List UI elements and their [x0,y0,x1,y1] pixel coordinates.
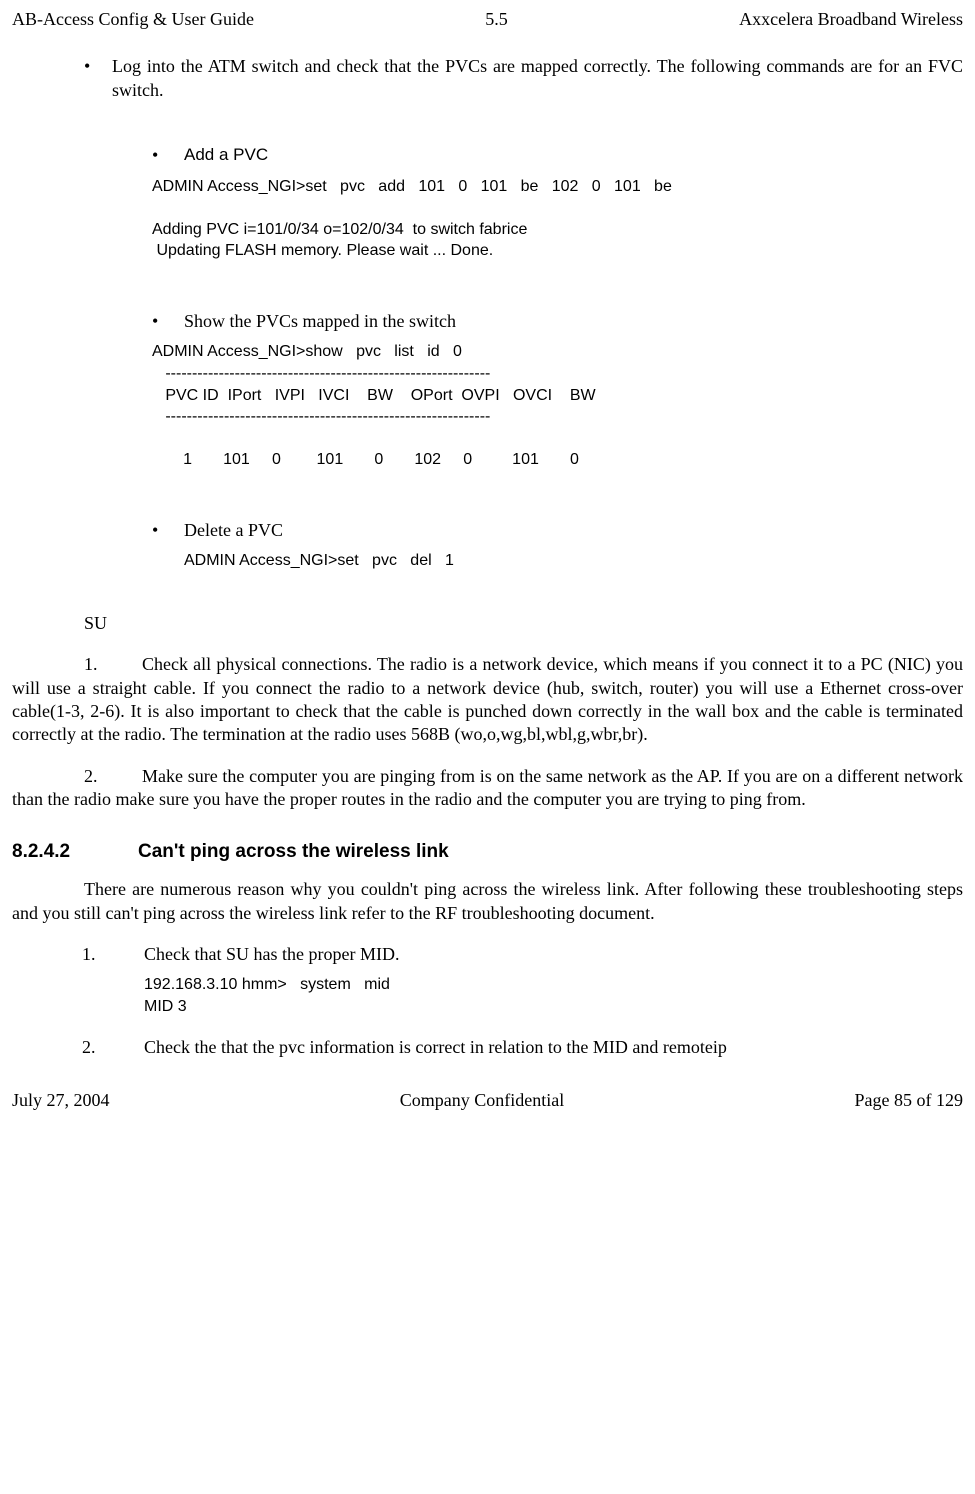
header-right: Axxcelera Broadband Wireless [739,8,963,31]
footer-right: Page 85 of 129 [855,1089,963,1112]
step-1: 1. Check that SU has the proper MID. [12,943,963,966]
add-pvc-bullet: • Add a PVC [152,144,963,167]
section-paragraph-text: There are numerous reason why you couldn… [12,879,963,922]
su-item-2-text: Make sure the computer you are pinging f… [12,766,963,809]
page-header: AB-Access Config & User Guide 5.5 Axxcel… [12,0,963,35]
step-number: 2. [82,1036,144,1059]
header-left: AB-Access Config & User Guide [12,8,254,31]
main-bullet: • Log into the ATM switch and check that… [84,55,963,102]
section-title: Can't ping across the wireless link [138,840,449,865]
delete-pvc-bullet: • Delete a PVC [152,519,963,542]
bullet-dot: • [152,310,184,333]
section-number: 8.2.4.2 [12,840,138,865]
main-bullet-text: Log into the ATM switch and check that t… [112,55,963,102]
step-2: 2. Check the that the pvc information is… [12,1036,963,1059]
add-pvc-code: ADMIN Access_NGI>set pvc add 101 0 101 b… [152,176,963,262]
page-footer: July 27, 2004 Company Confidential Page … [12,1059,963,1122]
step-2-text: Check the that the pvc information is co… [144,1036,727,1059]
step-1-code: 192.168.3.10 hmm> system mid MID 3 [144,974,963,1017]
footer-center: Company Confidential [400,1089,564,1112]
su-item-2: 2.Make sure the computer you are pinging… [12,765,963,812]
delete-pvc-code: ADMIN Access_NGI>set pvc del 1 [184,550,963,572]
section-paragraph: There are numerous reason why you couldn… [12,878,963,925]
bullet-dot: • [152,519,184,542]
bullet-dot: • [84,55,112,102]
step-1-text: Check that SU has the proper MID. [144,943,399,966]
item-number: 1. [84,653,142,676]
item-number: 2. [84,765,142,788]
show-pvc-code: ADMIN Access_NGI>show pvc list id 0 ----… [152,341,963,471]
footer-left: July 27, 2004 [12,1089,110,1112]
show-pvc-title: Show the PVCs mapped in the switch [184,310,456,333]
su-item-1: 1.Check all physical connections. The ra… [12,653,963,747]
show-pvc-bullet: • Show the PVCs mapped in the switch [152,310,963,333]
step-number: 1. [82,943,144,966]
section-heading: 8.2.4.2 Can't ping across the wireless l… [12,840,963,865]
su-heading: SU [84,612,963,635]
header-center: 5.5 [485,8,508,31]
delete-pvc-title: Delete a PVC [184,519,283,542]
page-content: • Log into the ATM switch and check that… [12,35,963,1059]
su-item-1-text: Check all physical connections. The radi… [12,654,963,744]
add-pvc-title: Add a PVC [184,144,268,167]
bullet-dot: • [152,144,184,167]
